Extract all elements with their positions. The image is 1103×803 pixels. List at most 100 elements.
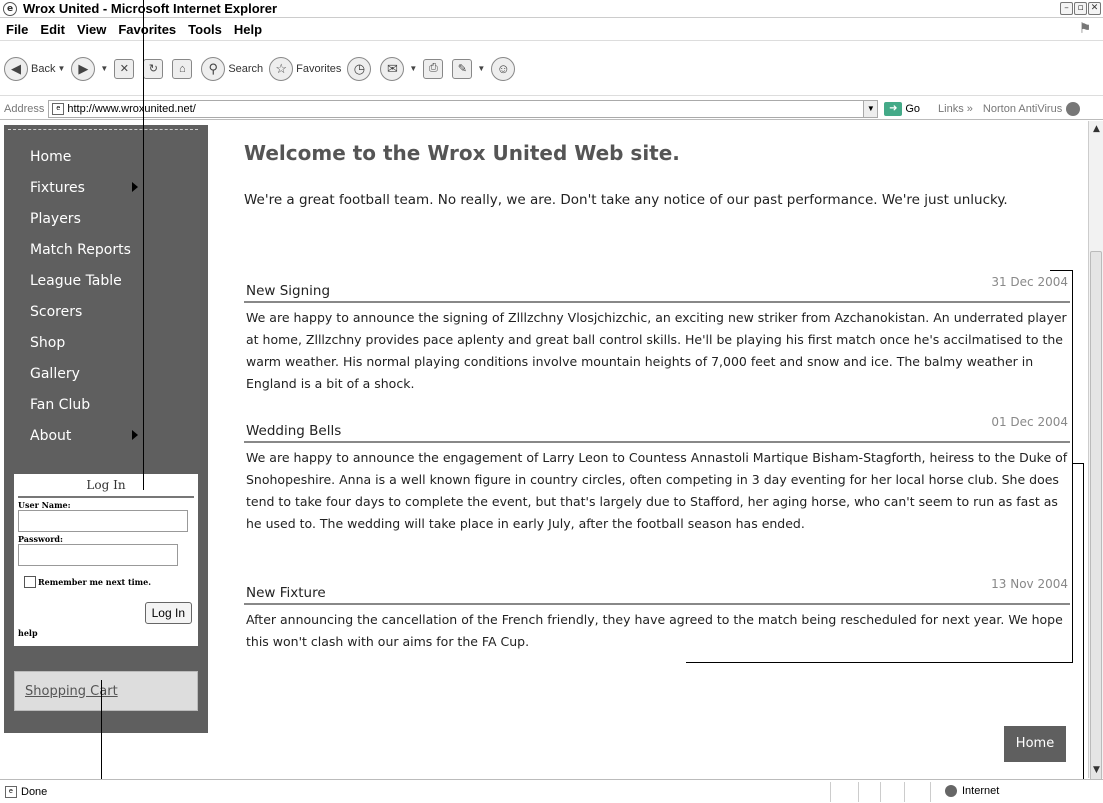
news-title: New Fixture xyxy=(246,585,326,601)
address-bar: Address e http://www.wroxunited.net/ ▼ ➜… xyxy=(0,98,1103,120)
mail-button[interactable]: ✉ ▼ xyxy=(380,53,417,85)
login-title: Log In xyxy=(86,478,126,492)
nav-item-about[interactable]: About xyxy=(4,420,208,451)
scroll-thumb[interactable] xyxy=(1090,251,1102,803)
links-button[interactable]: Links » xyxy=(938,103,973,115)
menu-help[interactable]: Help xyxy=(234,22,262,37)
news-body: After announcing the cancellation of the… xyxy=(246,612,1063,649)
favorites-label: Favorites xyxy=(296,62,342,75)
go-arrow-icon: ➜ xyxy=(884,101,903,116)
globe-icon xyxy=(945,785,957,797)
password-input[interactable] xyxy=(18,544,178,566)
nav-item-match-reports[interactable]: Match Reports xyxy=(4,234,208,265)
home-toolbar-button[interactable]: ⌂ xyxy=(172,53,195,85)
nav-item-home[interactable]: Home xyxy=(4,141,208,172)
close-icon[interactable]: ✕ xyxy=(1088,2,1101,15)
remember-checkbox[interactable] xyxy=(24,576,36,588)
news-item: New Signing 31 Dec 2004 We are happy to … xyxy=(244,275,1070,395)
back-arrow-icon: ◀ xyxy=(4,56,28,81)
search-label: Search xyxy=(228,62,264,75)
star-icon: ☆ xyxy=(269,56,294,81)
go-button[interactable]: ➜ Go xyxy=(884,101,921,116)
norton-icon[interactable] xyxy=(1066,101,1081,116)
caret-down-icon: ▼ xyxy=(409,64,418,73)
remember-label: Remember me next time. xyxy=(38,577,152,587)
norton-antivirus-button[interactable]: Norton AntiVirus xyxy=(983,103,1062,115)
forward-arrow-icon: ▶ xyxy=(71,56,96,81)
go-label: Go xyxy=(905,102,921,115)
news-header: New Fixture 13 Nov 2004 xyxy=(244,577,1070,605)
nav-item-gallery[interactable]: Gallery xyxy=(4,358,208,389)
links-label: Links xyxy=(938,102,964,115)
nav-item-league-table[interactable]: League Table xyxy=(4,265,208,296)
page-content: Home Fixtures Players Match Reports Leag… xyxy=(0,121,1088,778)
nav-item-fixtures[interactable]: Fixtures xyxy=(4,172,208,203)
news-header: Wedding Bells 01 Dec 2004 xyxy=(244,415,1070,443)
chevron-down-icon[interactable]: ▼ xyxy=(863,100,878,117)
back-button[interactable]: ◀ Back ▼ xyxy=(4,53,65,85)
nav-item-scorers[interactable]: Scorers xyxy=(4,296,208,327)
callout-line xyxy=(1050,270,1073,271)
status-divider xyxy=(930,782,931,802)
username-input[interactable] xyxy=(18,510,188,532)
menu-edit[interactable]: Edit xyxy=(40,22,65,37)
help-link[interactable]: help xyxy=(18,628,38,638)
news-title: Wedding Bells xyxy=(246,423,342,439)
page-title: Welcome to the Wrox United Web site. xyxy=(244,141,680,165)
callout-line xyxy=(1072,270,1073,662)
menu-file[interactable]: File xyxy=(6,22,28,37)
forward-button[interactable]: ▶ ▼ xyxy=(71,53,108,85)
refresh-button[interactable]: ↻ xyxy=(143,53,166,85)
vertical-scrollbar[interactable]: ▲ ▼ xyxy=(1088,121,1103,803)
nav-item-players[interactable]: Players xyxy=(4,203,208,234)
shopping-cart-link[interactable]: Shopping Cart xyxy=(25,684,118,699)
minimize-icon[interactable]: – xyxy=(1060,2,1073,15)
nav-item-shop[interactable]: Shop xyxy=(4,327,208,358)
callout-line xyxy=(143,0,144,490)
news-item: Wedding Bells 01 Dec 2004 We are happy t… xyxy=(244,415,1070,535)
menu-bar: File Edit View Favorites Tools Help ⚑ xyxy=(0,19,1103,41)
print-button[interactable]: ⎙ xyxy=(423,53,446,85)
nav-item-label: Fixtures xyxy=(30,179,85,196)
status-divider xyxy=(830,782,831,802)
address-label: Address xyxy=(4,102,45,115)
messenger-button[interactable]: ☺ xyxy=(491,53,518,85)
remember-me[interactable]: Remember me next time. xyxy=(24,576,198,588)
stop-button[interactable]: ✕ xyxy=(114,53,137,85)
nav-item-label: About xyxy=(30,427,72,444)
page-icon: e xyxy=(5,785,17,798)
stop-icon: ✕ xyxy=(114,58,135,79)
login-button[interactable]: Log In xyxy=(144,602,192,624)
search-icon: ⚲ xyxy=(201,56,226,81)
windows-logo-icon: ⚑ xyxy=(1078,21,1092,37)
login-box: Log In User Name: Password: Remember me … xyxy=(14,474,198,646)
page-icon: e xyxy=(52,102,65,115)
maximize-icon[interactable]: ▫ xyxy=(1074,2,1087,15)
news-header: New Signing 31 Dec 2004 xyxy=(244,275,1070,303)
status-divider xyxy=(904,782,905,802)
search-button[interactable]: ⚲ Search xyxy=(201,53,263,85)
nav-item-fan-club[interactable]: Fan Club xyxy=(4,389,208,420)
sidebar: Home Fixtures Players Match Reports Leag… xyxy=(4,125,208,733)
submenu-arrow-icon xyxy=(132,430,138,440)
home-button[interactable]: Home xyxy=(1004,726,1066,762)
menu-tools[interactable]: Tools xyxy=(188,22,222,37)
address-input[interactable]: e http://www.wroxunited.net/ ▼ xyxy=(48,99,879,118)
menu-favorites[interactable]: Favorites xyxy=(118,22,176,37)
toolbar: ◀ Back ▼ ▶ ▼ ✕ ↻ ⌂ ⚲ Search ☆ Favorites … xyxy=(0,42,1103,96)
favorites-button[interactable]: ☆ Favorites xyxy=(269,53,341,85)
login-divider xyxy=(18,496,194,498)
nav-item-label: Scorers xyxy=(30,303,83,320)
scroll-down-icon[interactable]: ▼ xyxy=(1089,762,1103,778)
edit-button[interactable]: ✎ ▼ xyxy=(452,53,485,85)
history-button[interactable]: ◷ xyxy=(347,53,374,85)
messenger-icon: ☺ xyxy=(491,56,516,81)
address-url: http://www.wroxunited.net/ xyxy=(67,102,196,115)
nav-item-label: Shop xyxy=(30,334,66,351)
edit-icon: ✎ xyxy=(452,58,473,79)
caret-down-icon: ▼ xyxy=(100,64,109,73)
menu-view[interactable]: View xyxy=(77,22,106,37)
scroll-up-icon[interactable]: ▲ xyxy=(1089,121,1103,137)
title-bar: e Wrox United - Microsoft Internet Explo… xyxy=(0,0,1103,18)
back-label: Back xyxy=(31,62,56,75)
